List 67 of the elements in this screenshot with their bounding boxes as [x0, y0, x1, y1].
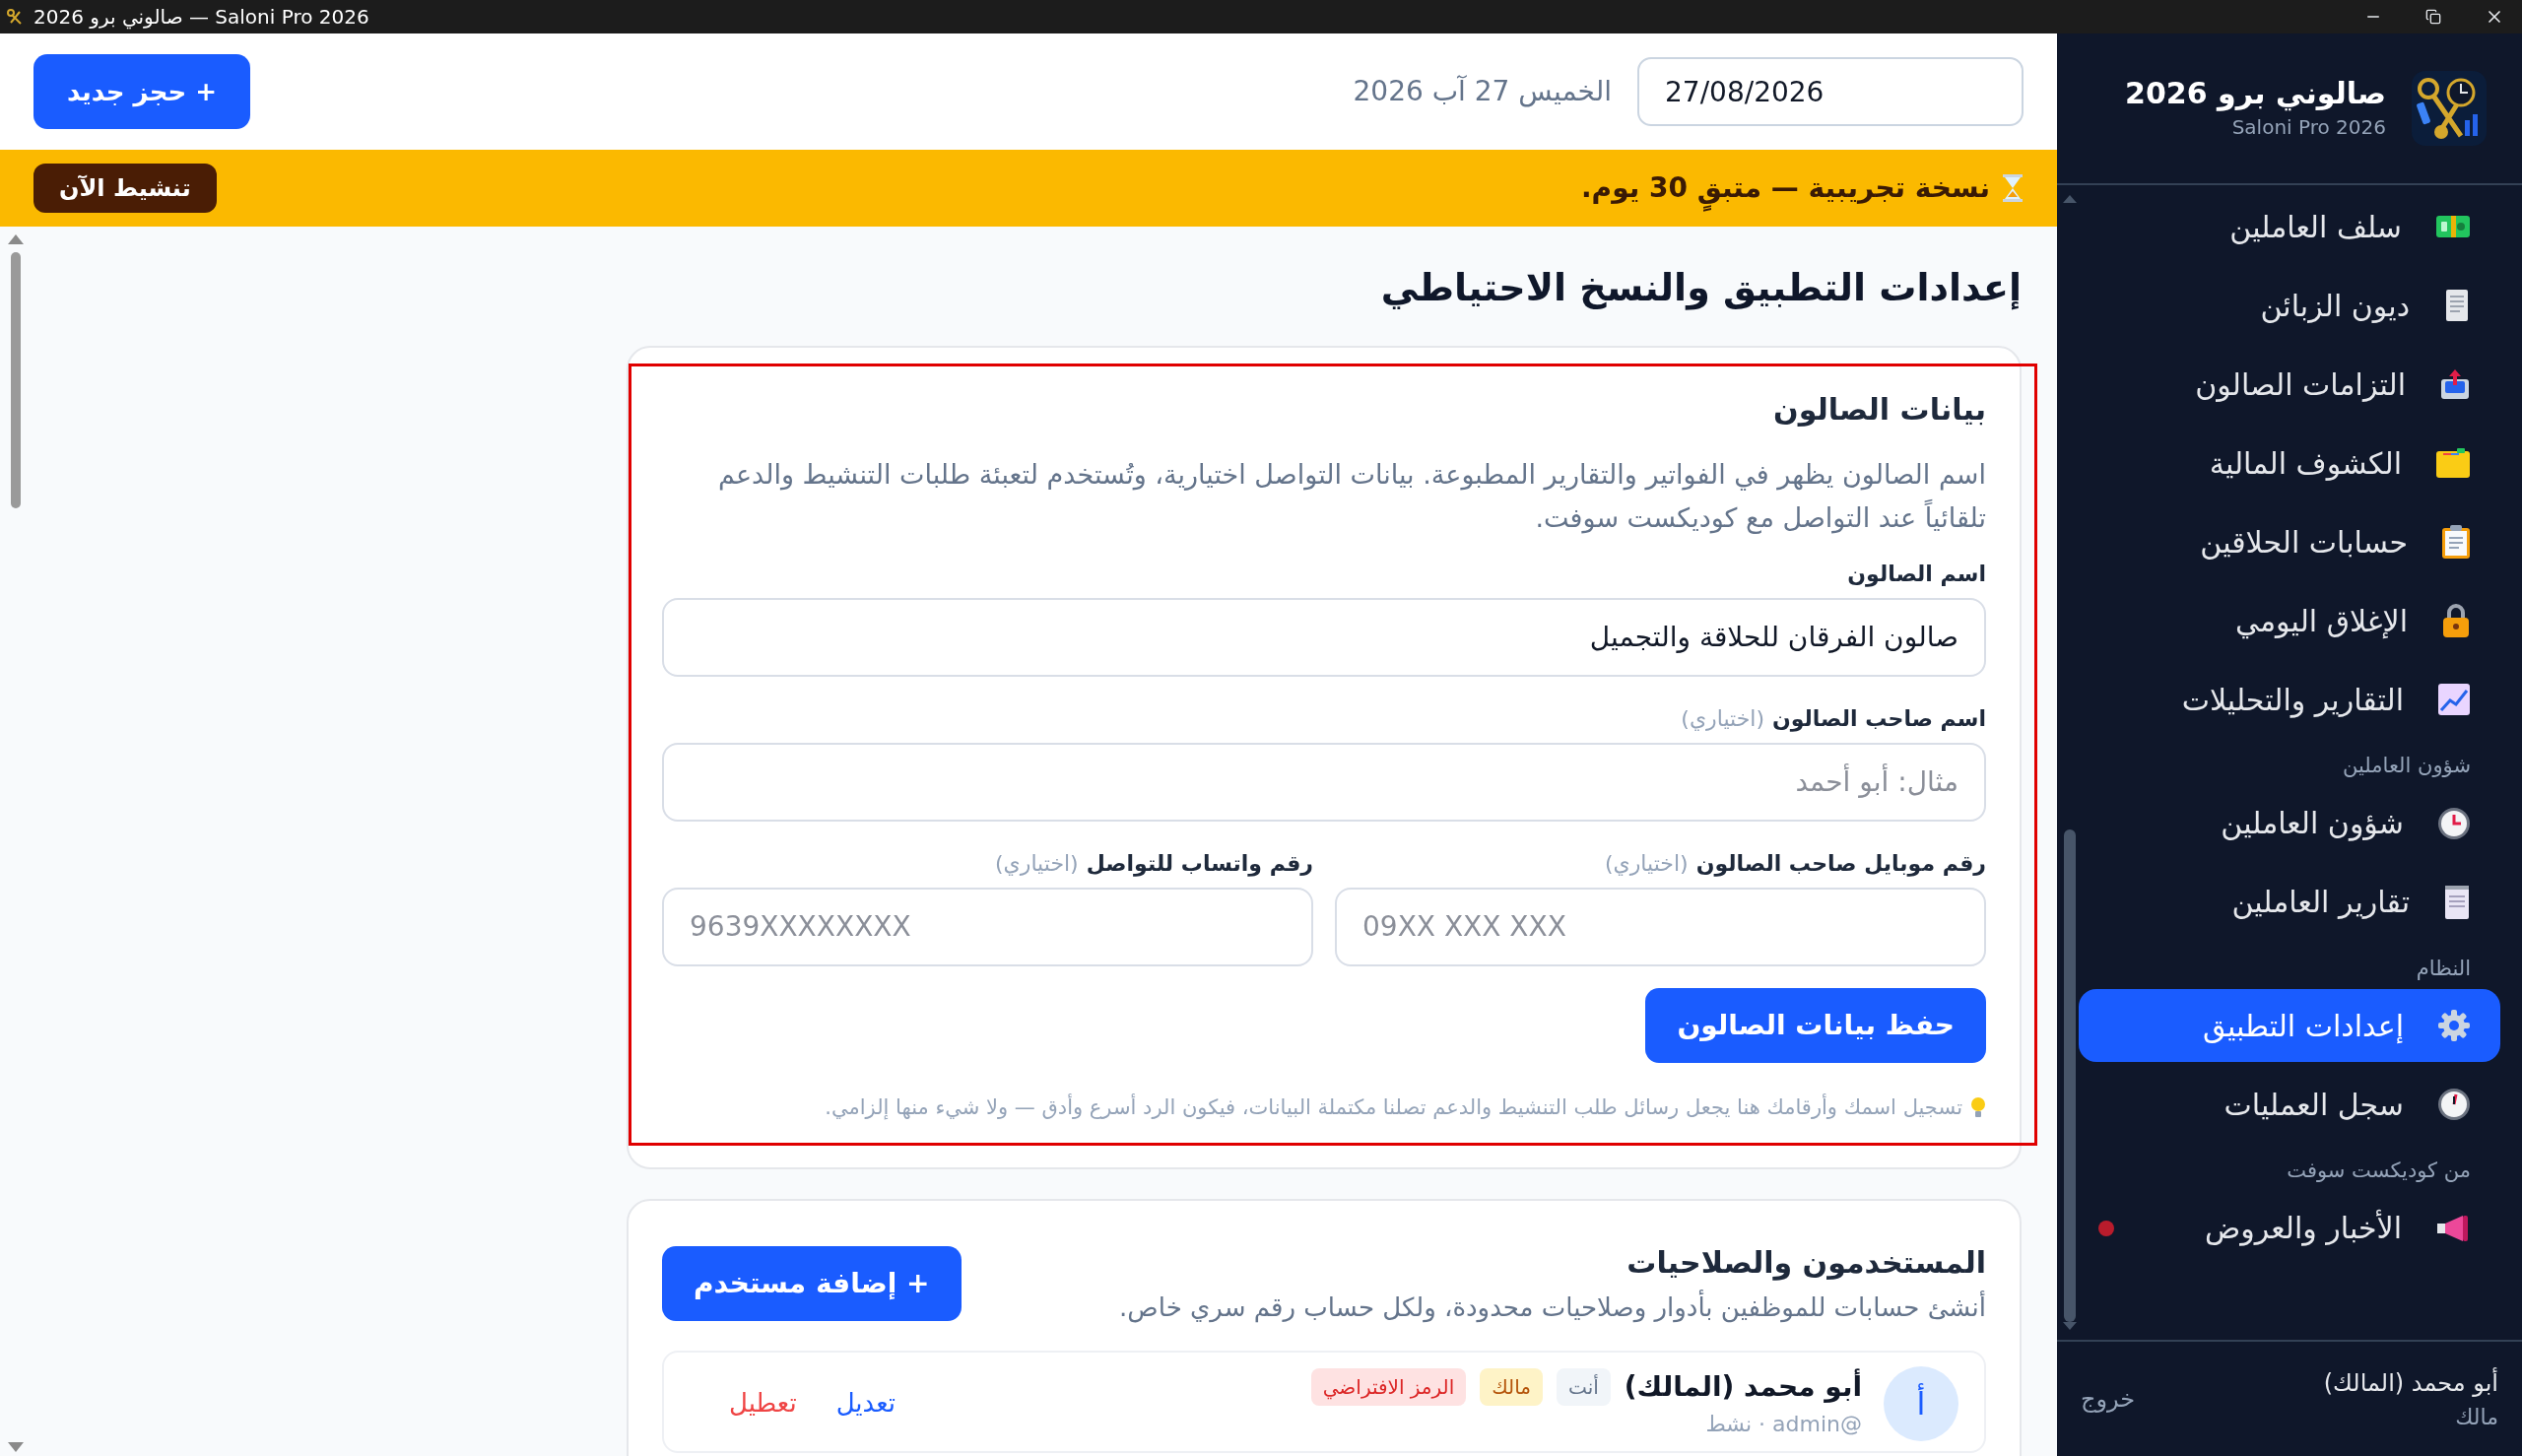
app-name: صالوني برو 2026 [2125, 75, 2386, 112]
role-tag: الرمز الافتراضي [1310, 1368, 1467, 1406]
sidebar-item[interactable]: شؤون العاملين [2079, 786, 2500, 860]
user-role: مالك [2454, 1403, 2498, 1431]
scissors-icon [6, 8, 24, 26]
sidebar-item[interactable]: تقارير العاملين [2079, 865, 2500, 939]
save-salon-button[interactable]: حفظ بيانات الصالون [1645, 988, 1986, 1063]
sidebar-item[interactable]: إعدادات التطبيق [2079, 989, 2500, 1062]
card-title: المستخدمون والصلاحيات [1626, 1243, 1986, 1283]
role-tag: أنت [1557, 1368, 1611, 1406]
scissors-clock-logo-icon [2412, 71, 2487, 146]
notepad-icon [2443, 884, 2471, 920]
scrollbar[interactable] [2063, 195, 2077, 1330]
page-title: إعدادات التطبيق والنسخ الاحتياطي [1379, 265, 2022, 312]
sidebar-item[interactable]: سلف العاملين [2079, 190, 2500, 263]
window-title: صالوني برو 2026 — Saloni Pro 2026 [33, 4, 369, 32]
section-label: من كوديكست سوفت [2286, 1158, 2472, 1184]
optional-hint: (اختياري) [994, 850, 1079, 878]
receipt-icon [2443, 289, 2471, 322]
sidebar-item[interactable]: التقارير والتحليلات [2079, 663, 2500, 736]
sidebar-item[interactable]: الإغلاق اليومي [2079, 584, 2500, 657]
clock-icon [2437, 1088, 2471, 1121]
line-chart-icon [2437, 683, 2471, 716]
user-avatar: أ [1884, 1365, 1958, 1441]
card-subtitle: أنشئ حسابات للموظفين بأدوار وصلاحيات محدودة، ولكل حساب رقم سري خاص. [1119, 1289, 1986, 1325]
user-meta: @admin · نشط [1704, 1411, 1862, 1438]
card-title: بيانات الصالون [1772, 391, 1986, 429]
logout-button[interactable]: خروج [2081, 1381, 2136, 1417]
section-label: شؤون العاملين [2342, 753, 2472, 779]
app-subtitle: Saloni Pro 2026 [2230, 113, 2386, 141]
optional-hint: (اختياري) [1681, 705, 1764, 733]
field-label: اسم صاحب الصالون [1772, 705, 1986, 734]
outbox-tray-icon [2439, 367, 2471, 401]
sidebar-item[interactable]: الأخبار والعروض [2079, 1191, 2500, 1265]
padlock-icon [2441, 603, 2471, 638]
action-link[interactable]: تعطيل [729, 1384, 797, 1423]
action-link[interactable]: تعديل [835, 1384, 896, 1423]
clipboard-icon [2441, 524, 2471, 560]
folder-icon [2435, 447, 2471, 479]
text-field[interactable]: صالون الفرقان للحلاقة والتجميل [662, 598, 1986, 677]
field-label: رقم واتساب للتواصل [1086, 850, 1313, 879]
date-field[interactable]: 27/08/2026 [1637, 57, 2024, 126]
new-booking-button[interactable]: + حجز جديد [33, 54, 251, 129]
sidebar-item[interactable]: حسابات الحلاقين [2079, 505, 2500, 578]
tip-text: تسجيل اسمك وأرقامك هنا يجعل رسائل طلب التنشيط والدعم تصلنا مكتملة البيانات، فيكون الرد أسرع وأدق — ولا شيء منها إلزامي. [825, 1092, 1962, 1122]
settings-icon [2437, 1009, 2471, 1042]
section-label: النظام [2415, 955, 2472, 982]
field-label: رقم موبايل صاحب الصالون [1695, 850, 1986, 879]
role-tag: مالك [1480, 1368, 1544, 1406]
sidebar-item[interactable]: سجل العمليات [2079, 1068, 2500, 1141]
sidebar-item[interactable]: الكشوف المالية [2079, 427, 2500, 499]
date-text: الخميس 27 آب 2026 [1353, 74, 1612, 109]
optional-hint: (اختياري) [1604, 850, 1689, 878]
lightbulb-icon [1970, 1095, 1986, 1120]
restore-icon[interactable] [2425, 9, 2441, 25]
sidebar-item[interactable]: ديون الزبائن [2079, 269, 2500, 342]
field-label: اسم الصالون [1847, 561, 1986, 589]
add-user-button[interactable]: + إضافة مستخدم [662, 1245, 962, 1321]
sidebar-item[interactable]: التزامات الصالون [2079, 348, 2500, 421]
user-name: أبو محمد (المالك) [1624, 1367, 1862, 1405]
scrollbar[interactable] [6, 234, 26, 1452]
banknote-icon [2435, 213, 2471, 240]
user-name: أبو محمد (المالك) [2323, 1366, 2498, 1399]
card-description: اسم الصالون يظهر في الفواتير والتقارير المطبوعة. بيانات التواصل اختيارية، وتُستخدم لتعبئة طلبات التنشيط والدعم تلقائياً عند التواصل مع كوديكست سوفت. [716, 458, 1986, 536]
clock-icon [2437, 806, 2471, 840]
hourglass-icon [2002, 173, 2024, 203]
activate-button[interactable]: تنشيط الآن [33, 164, 217, 213]
